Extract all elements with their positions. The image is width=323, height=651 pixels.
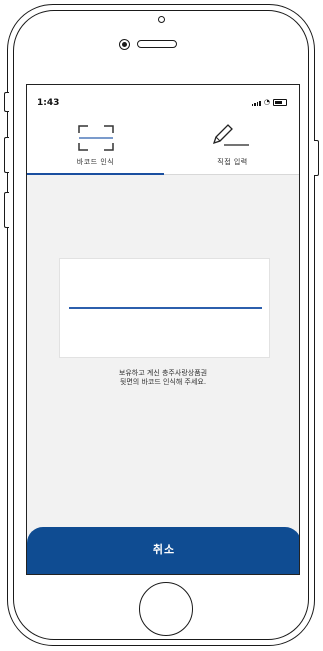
front-camera-icon: [119, 39, 130, 50]
proximity-sensor: [158, 16, 165, 23]
home-button: [139, 582, 193, 636]
active-tab-indicator: [27, 173, 164, 175]
earpiece-speaker: [137, 40, 177, 48]
tab-barcode-scan-label: 바코드 인식: [76, 158, 115, 166]
battery-icon: [273, 99, 287, 106]
power-button: [314, 140, 319, 176]
cancel-button[interactable]: 취소: [27, 527, 299, 574]
wifi-icon: ◔: [263, 98, 270, 106]
pencil-icon: [212, 124, 249, 146]
instruction-line-1: 보유하고 계신 충주사랑상품권: [118, 369, 208, 377]
status-bar: 1:43 ◔: [27, 85, 299, 113]
volume-up-button: [4, 137, 9, 173]
barcode-scan-area: [59, 258, 270, 358]
app-screen: 1:43 ◔ 바코드 인식 직접 입력 보유하고 계신 충주사랑상품권 뒷면의 …: [26, 84, 300, 575]
status-icons: ◔: [251, 98, 287, 106]
scan-instruction: 보유하고 계신 충주사랑상품권 뒷면의 바코드 인식해 주세요.: [27, 369, 299, 387]
signal-icon: [251, 101, 261, 106]
scan-line: [69, 307, 262, 309]
status-time: 1:43: [37, 98, 60, 108]
barcode-scan-icon: [78, 125, 114, 151]
tab-bar: 바코드 인식 직접 입력: [27, 113, 299, 175]
tab-barcode-scan[interactable]: 바코드 인식: [27, 113, 164, 175]
instruction-line-2: 뒷면의 바코드 인식해 주세요.: [119, 378, 207, 386]
volume-down-button: [4, 192, 9, 228]
tab-direct-input-label: 직접 입력: [217, 158, 248, 166]
mute-switch: [4, 92, 9, 112]
